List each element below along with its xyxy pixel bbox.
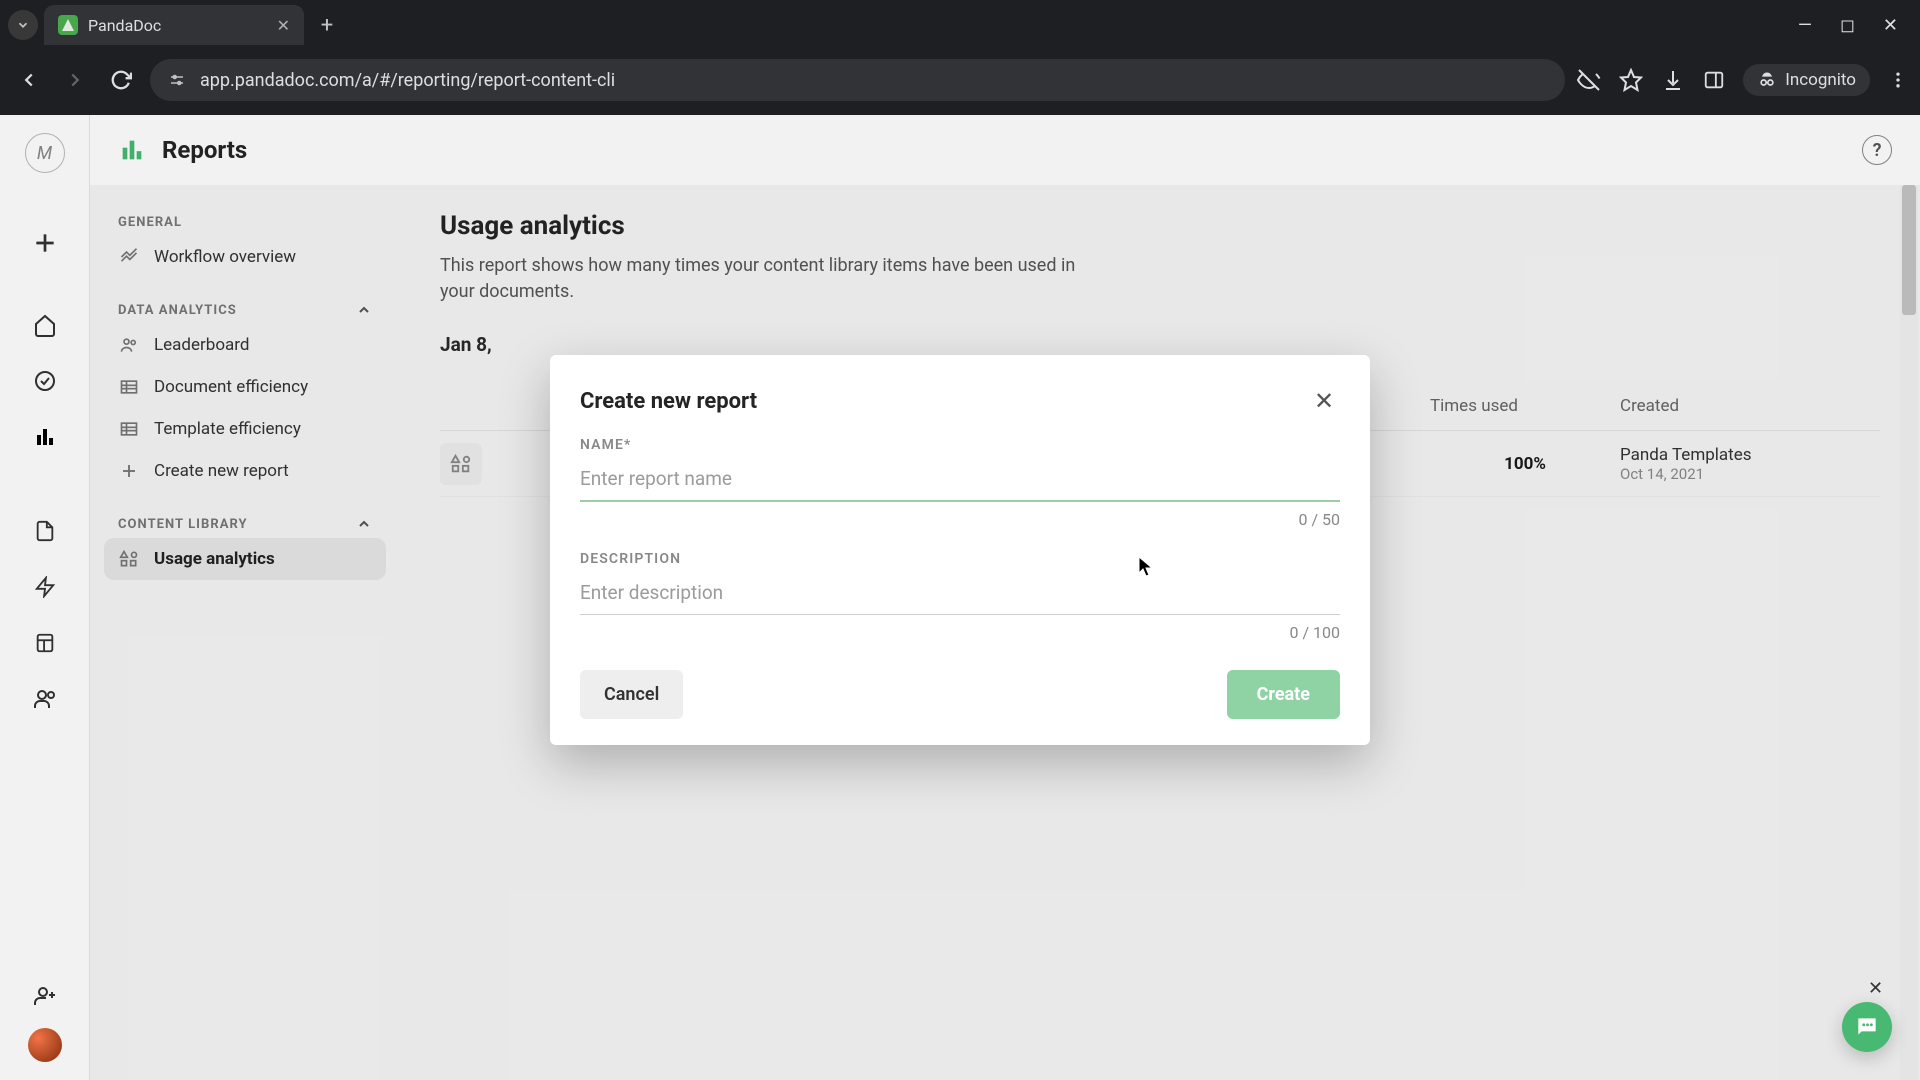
chat-widget[interactable] <box>1842 1002 1892 1052</box>
chat-close-icon[interactable]: ✕ <box>1868 978 1890 1000</box>
desc-field-label: DESCRIPTION <box>580 551 1340 567</box>
modal-close-button[interactable]: ✕ <box>1308 385 1340 417</box>
create-button[interactable]: Create <box>1227 670 1340 719</box>
cancel-button[interactable]: Cancel <box>580 670 683 719</box>
modal-title: Create new report <box>580 389 757 414</box>
create-report-modal: Create new report ✕ NAME* 0 / 50 DESCRIP… <box>550 355 1370 745</box>
name-field-label: NAME* <box>580 437 1340 453</box>
name-char-counter: 0 / 50 <box>580 510 1340 529</box>
report-description-input[interactable] <box>580 575 1340 615</box>
report-name-input[interactable] <box>580 461 1340 502</box>
desc-char-counter: 0 / 100 <box>580 623 1340 642</box>
